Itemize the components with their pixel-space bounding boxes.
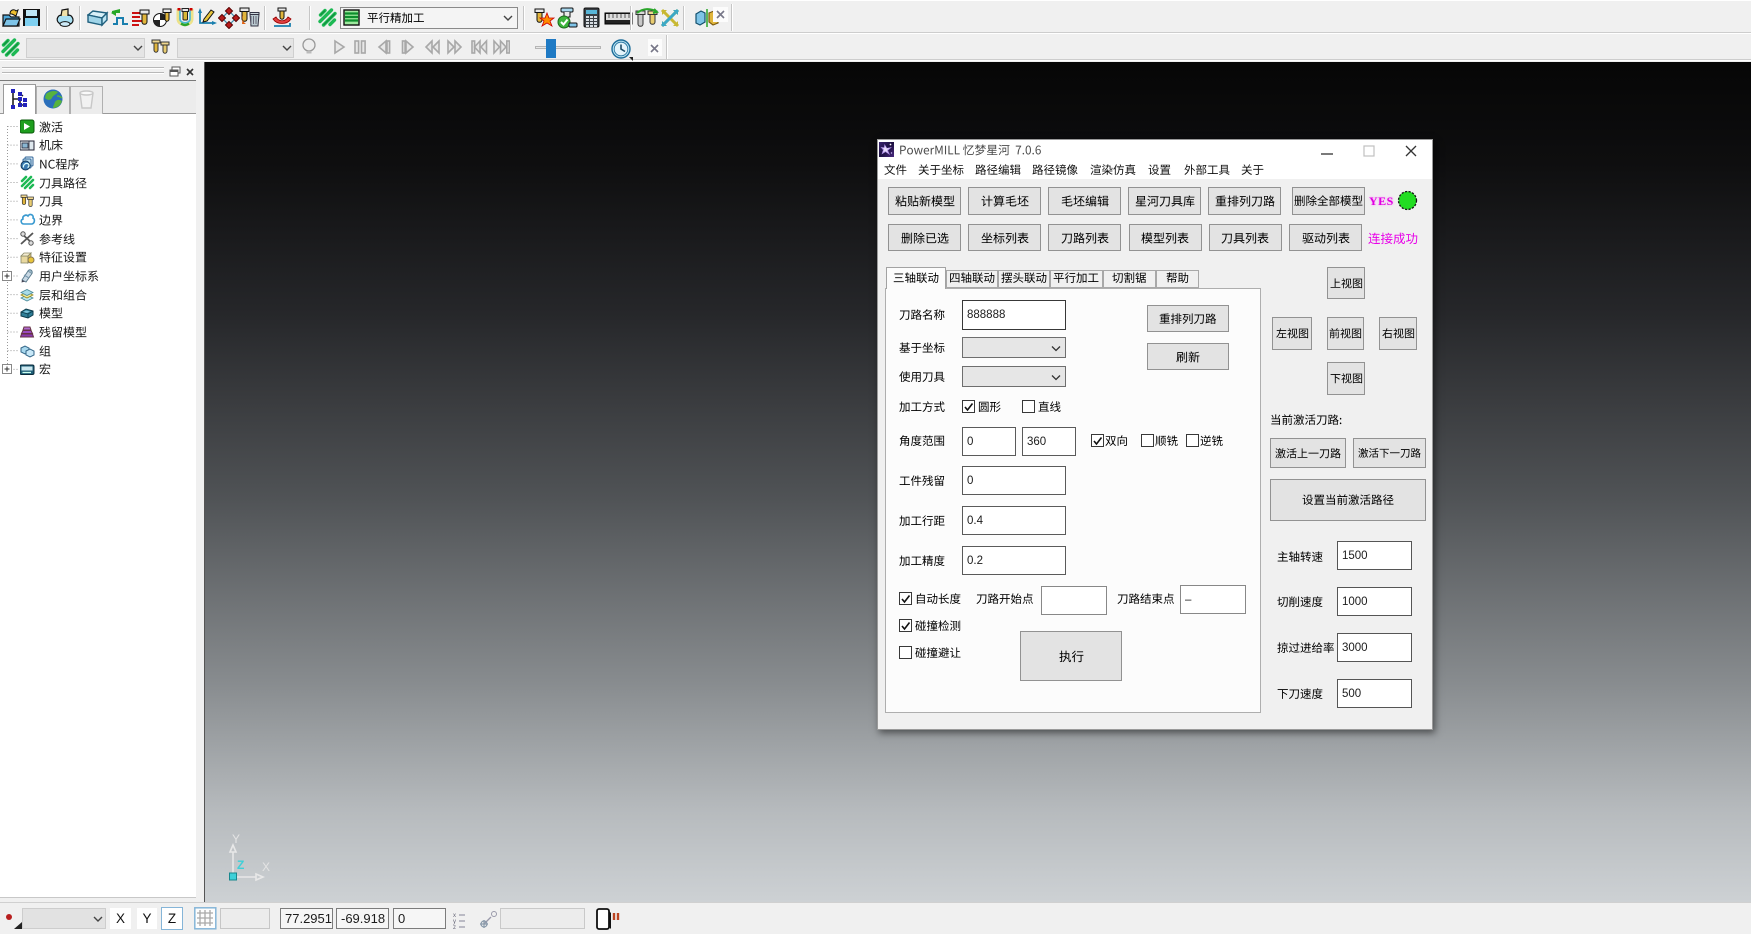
svg-text:z: z	[453, 925, 456, 930]
